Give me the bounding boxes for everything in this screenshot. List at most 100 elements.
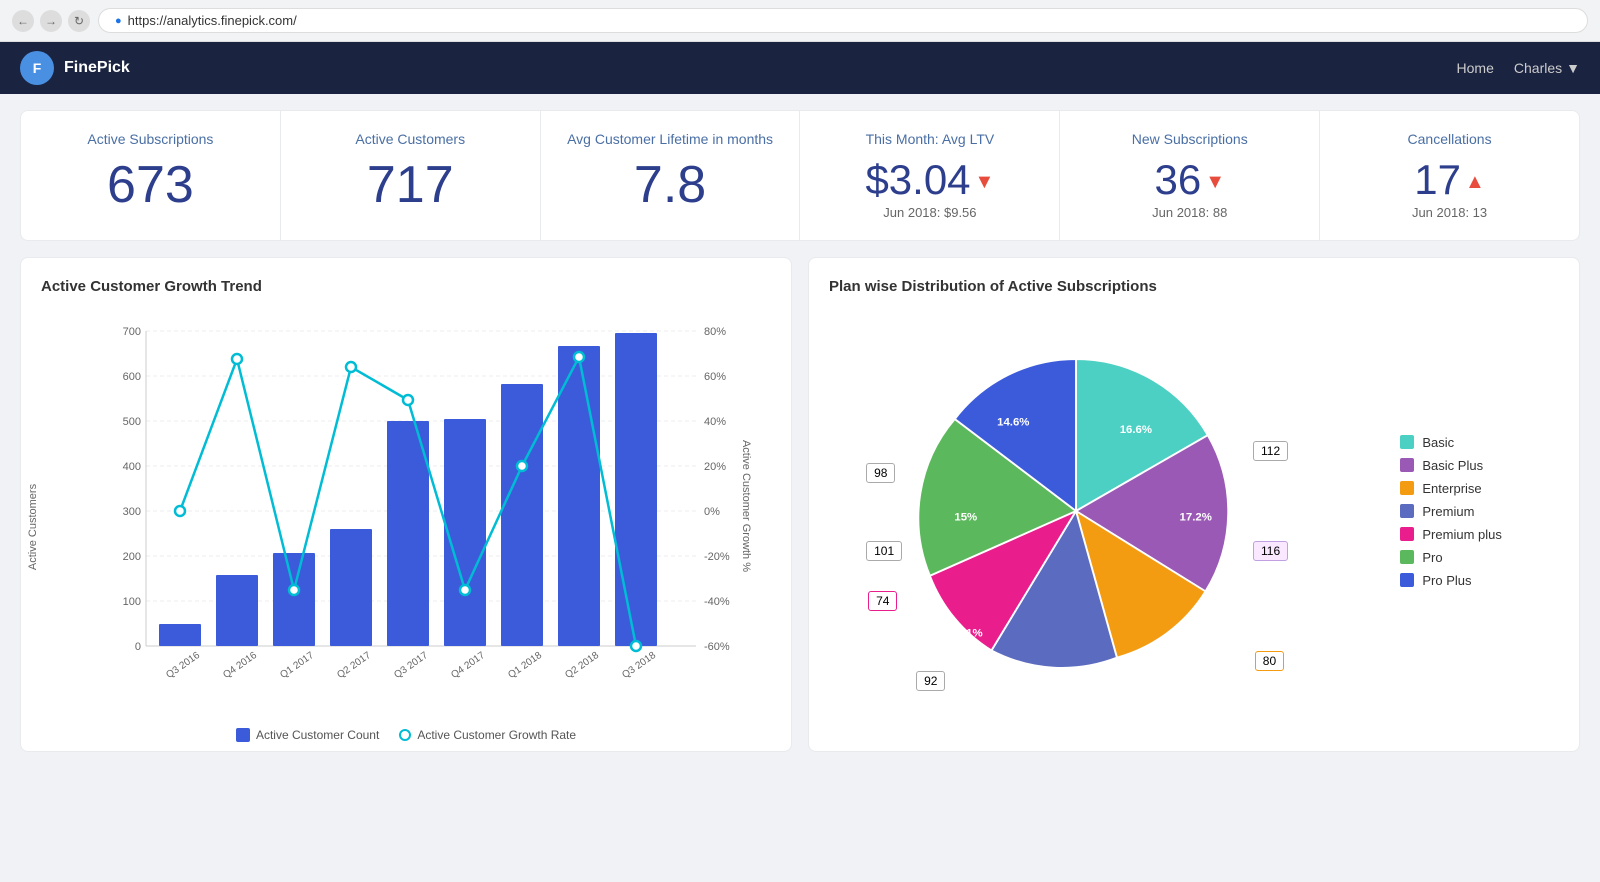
svg-text:60%: 60% [704,371,726,383]
legend-pro-plus-label: Pro Plus [1422,573,1471,588]
user-name: Charles [1514,60,1562,76]
pie-label-premium-plus: 11% [961,627,983,639]
kpi-avg-lifetime-label: Avg Customer Lifetime in months [565,131,776,147]
svg-text:80%: 80% [704,326,726,338]
legend-line-icon [399,729,411,741]
svg-text:500: 500 [123,416,141,428]
legend-pro: Pro [1400,550,1501,565]
kpi-avg-lifetime-value: 7.8 [565,159,776,211]
pie-label-pro: 15% [955,512,978,524]
dot-q3-2016 [175,506,185,516]
bar-chart-svg: 700 600 500 400 300 200 100 0 80% 60% 40… [41,311,771,691]
kpi-avg-lifetime: Avg Customer Lifetime in months 7.8 [541,110,801,241]
logo-icon: F [20,51,54,85]
svg-text:Q3 2017: Q3 2017 [392,650,430,681]
legend-bar-label: Active Customer Count [256,728,379,742]
address-bar[interactable]: ● https://analytics.finepick.com/ [98,8,1588,33]
lock-icon: ● [115,15,122,27]
bar-chart-legend: Active Customer Count Active Customer Gr… [41,728,771,742]
pie-chart-title: Plan wise Distribution of Active Subscri… [829,278,1559,295]
svg-text:200: 200 [123,551,141,563]
svg-text:-40%: -40% [704,596,730,608]
svg-text:Q4 2016: Q4 2016 [221,650,259,681]
back-button[interactable]: ← [12,10,34,32]
avg-ltv-trend-icon: ▼ [975,171,995,194]
legend-line-label: Active Customer Growth Rate [417,728,576,742]
legend-bar-count: Active Customer Count [236,728,379,742]
svg-text:40%: 40% [704,416,726,428]
legend-premium-icon [1400,504,1414,518]
kpi-row: Active Subscriptions 673 Active Customer… [20,110,1580,241]
browser-chrome: ← → ↻ ● https://analytics.finepick.com/ [0,0,1600,42]
legend-enterprise-icon [1400,481,1414,495]
y-axis-right-title: Active Customer Growth % [740,426,752,586]
legend-enterprise: Enterprise [1400,481,1501,496]
svg-text:Q4 2017: Q4 2017 [449,650,487,681]
pie-outside-label-enterprise: 80 [1255,651,1284,671]
pie-label-premium: 13.7% [1047,665,1079,677]
svg-text:400: 400 [123,461,141,473]
pie-svg: 16.6% 17.2% 11.9% 13.7% 11% [886,321,1266,701]
svg-text:Q2 2018: Q2 2018 [563,650,601,681]
pie-legend: Basic Basic Plus Enterprise Premium [1400,435,1501,588]
legend-line-rate: Active Customer Growth Rate [399,728,576,742]
svg-text:Q3 2018: Q3 2018 [620,650,658,681]
main-content: Active Subscriptions 673 Active Customer… [0,94,1600,768]
dot-q2-2017 [346,362,356,372]
legend-pro-icon [1400,550,1414,564]
svg-text:700: 700 [123,326,141,338]
y-axis-left-title: Active Customers [27,467,39,587]
top-nav: F FinePick Home Charles ▼ [0,42,1600,94]
refresh-button[interactable]: ↻ [68,10,90,32]
dot-q1-2018 [517,461,527,471]
bar-q3-2016 [159,624,201,646]
pie-label-enterprise: 11.9% [1172,633,1204,645]
dot-q2-2018 [574,352,584,362]
svg-text:100: 100 [123,596,141,608]
bar-q4-2017 [444,419,486,646]
kpi-active-subscriptions-value: 673 [45,159,256,211]
home-nav-link[interactable]: Home [1457,60,1494,76]
pie-label-pro-plus: 14.6% [997,417,1029,429]
browser-nav-buttons: ← → ↻ [12,10,90,32]
legend-premium: Premium [1400,504,1501,519]
kpi-avg-ltv-sub: Jun 2018: $9.56 [824,205,1035,220]
svg-text:20%: 20% [704,461,726,473]
svg-text:Q1 2017: Q1 2017 [278,650,316,681]
dot-q4-2017 [460,585,470,595]
bar-chart-area: Active Customers Active Customer Growth … [41,311,771,731]
pie-chart-card: Plan wise Distribution of Active Subscri… [808,257,1580,752]
bar-q3-2017 [387,421,429,646]
legend-enterprise-label: Enterprise [1422,481,1481,496]
legend-pro-plus-icon [1400,573,1414,587]
legend-premium-label: Premium [1422,504,1474,519]
legend-basic-label: Basic [1422,435,1454,450]
kpi-active-customers: Active Customers 717 [281,110,541,241]
forward-button[interactable]: → [40,10,62,32]
svg-text:300: 300 [123,506,141,518]
svg-text:0%: 0% [704,506,720,518]
legend-basic-plus-label: Basic Plus [1422,458,1483,473]
dot-q4-2016 [232,354,242,364]
logo-text: FinePick [64,59,130,77]
legend-premium-plus-label: Premium plus [1422,527,1501,542]
svg-text:-60%: -60% [704,641,730,653]
kpi-avg-ltv: This Month: Avg LTV $3.04 ▼ Jun 2018: $9… [800,110,1060,241]
pie-label-basic: 16.6% [1120,424,1152,436]
bar-q3-2018 [615,333,657,646]
svg-text:Q2 2017: Q2 2017 [335,650,373,681]
kpi-active-customers-value: 717 [305,159,516,211]
kpi-cancellations: Cancellations 17 ▲ Jun 2018: 13 [1320,110,1580,241]
kpi-avg-ltv-value: $3.04 [865,159,970,201]
pie-container: 16.6% 17.2% 11.9% 13.7% 11% [886,321,1266,701]
legend-basic-plus-icon [1400,458,1414,472]
user-menu[interactable]: Charles ▼ [1514,60,1580,76]
kpi-cancellations-sub: Jun 2018: 13 [1344,205,1555,220]
new-sub-trend-icon: ▼ [1205,171,1225,194]
legend-premium-plus: Premium plus [1400,527,1501,542]
kpi-avg-ltv-label: This Month: Avg LTV [824,131,1035,147]
kpi-new-sub-sub: Jun 2018: 88 [1084,205,1295,220]
pie-outside-label-basic-plus: 116 [1253,541,1288,561]
cancellations-trend-icon: ▲ [1465,171,1485,194]
bar-chart-title: Active Customer Growth Trend [41,278,771,295]
